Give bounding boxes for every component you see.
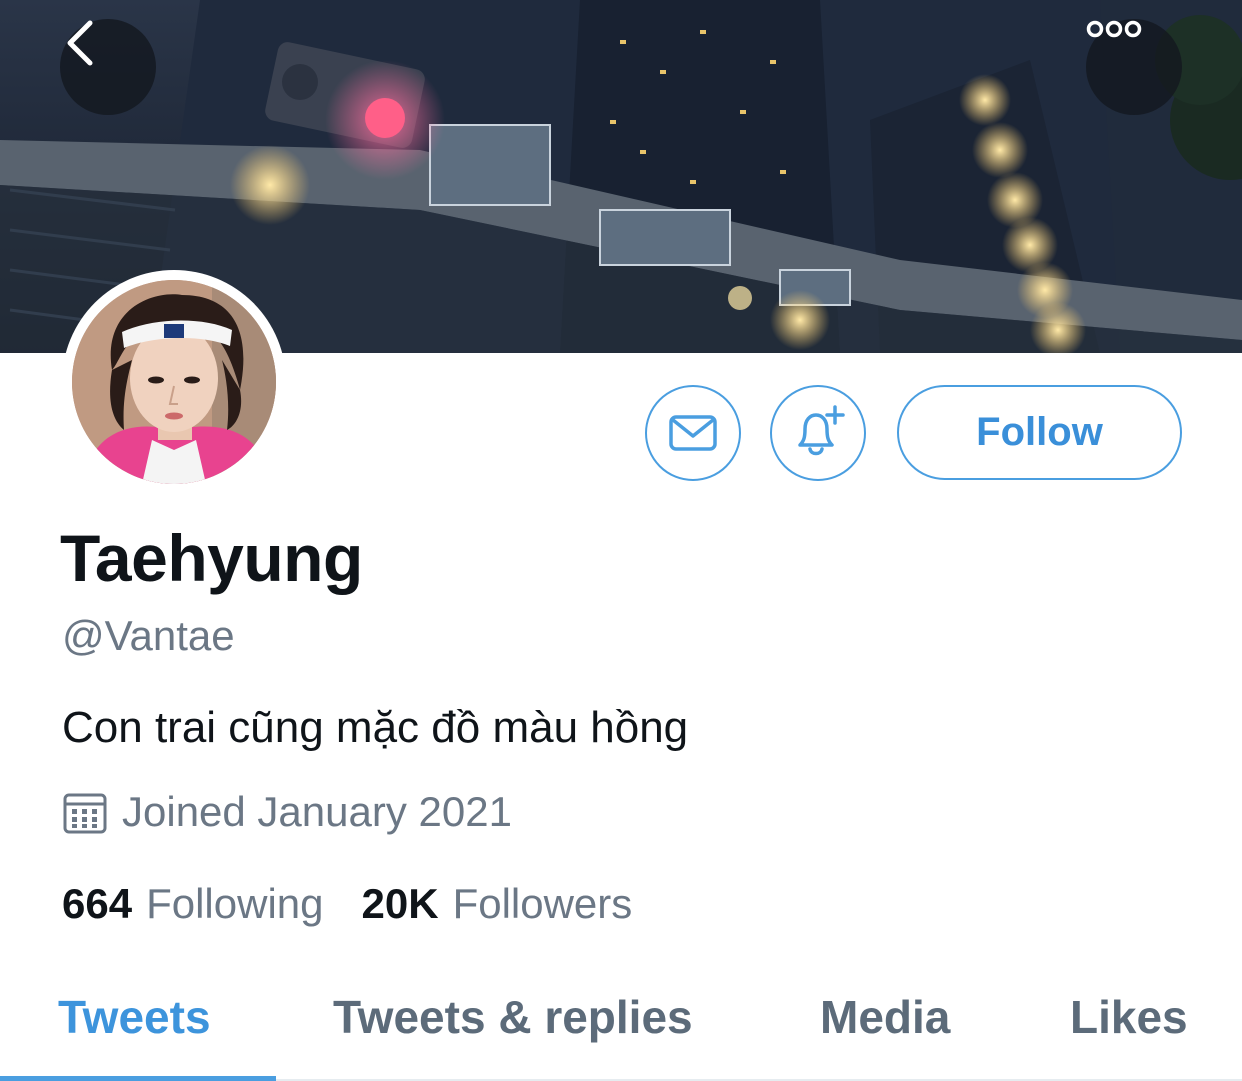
- envelope-icon: [669, 415, 717, 451]
- avatar-image: [72, 280, 276, 484]
- tab-tweets-replies[interactable]: Tweets & replies: [333, 990, 693, 1044]
- joined-label: Joined January 2021: [122, 788, 512, 835]
- more-dots-icon: [1086, 20, 1142, 38]
- avatar[interactable]: [62, 270, 286, 494]
- follow-button[interactable]: Follow: [897, 385, 1182, 480]
- notifications-button[interactable]: [770, 385, 866, 481]
- bio-text: Con trai cũng mặc đồ màu hồng: [62, 703, 689, 752]
- chevron-left-icon: [67, 20, 93, 66]
- following-count: 664: [62, 880, 133, 927]
- message-button[interactable]: [645, 385, 741, 481]
- active-tab-indicator: [0, 1076, 276, 1081]
- followers-stat[interactable]: 20K Followers: [362, 880, 633, 928]
- display-name: Taehyung: [60, 521, 363, 595]
- bell-plus-icon: [798, 405, 845, 456]
- followers-count: 20K: [361, 880, 439, 927]
- tab-tweets[interactable]: Tweets: [58, 990, 211, 1044]
- calendar-icon: [63, 793, 107, 834]
- more-options-button[interactable]: [1086, 19, 1182, 115]
- tab-media[interactable]: Media: [820, 990, 950, 1044]
- follow-stats: 664 Following 20K Followers: [62, 880, 632, 928]
- user-handle: @Vantae: [62, 612, 235, 659]
- following-stat[interactable]: 664 Following: [62, 880, 324, 928]
- followers-label: Followers: [452, 880, 633, 927]
- tab-likes[interactable]: Likes: [1070, 990, 1188, 1044]
- following-label: Following: [146, 880, 324, 927]
- back-button[interactable]: [60, 19, 156, 115]
- joined-date: Joined January 2021: [62, 787, 512, 837]
- profile-page: Follow Taehyung @Vantae Con trai cũng mặ…: [0, 0, 1242, 1081]
